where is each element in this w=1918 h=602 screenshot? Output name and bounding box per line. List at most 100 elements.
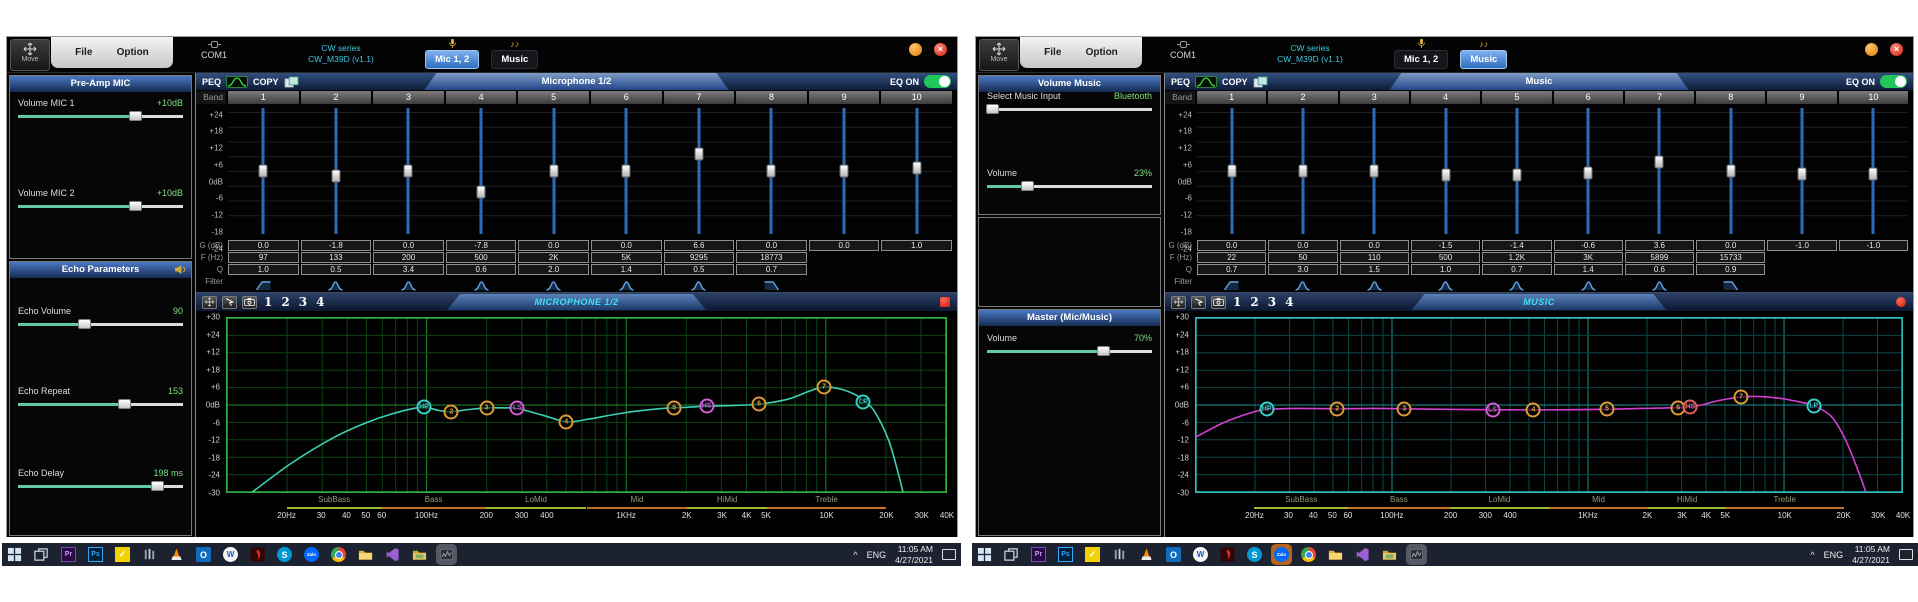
value-cell[interactable]: 3.6 <box>1625 240 1694 251</box>
tab-mic-1-2[interactable]: Mic 1, 2 <box>425 50 479 69</box>
h-slider-thumb[interactable] <box>986 104 999 114</box>
tray-expand-caret[interactable]: ^ <box>853 550 857 560</box>
value-cell[interactable]: 0.0 <box>1696 240 1765 251</box>
band-8-gain-slider[interactable] <box>767 165 776 178</box>
band-6-header[interactable]: 6 <box>1554 91 1623 104</box>
filter-shape-lp-icon[interactable] <box>1722 279 1739 292</box>
h-slider-thumb[interactable] <box>1021 181 1034 191</box>
filter-shape-bell-icon[interactable] <box>1508 279 1525 292</box>
filter-shape-bell-icon[interactable] <box>473 279 490 292</box>
copy-icon[interactable] <box>1253 76 1268 88</box>
value-cell[interactable]: 22 <box>1197 252 1266 263</box>
tab-music[interactable]: Music <box>1460 50 1507 69</box>
pointer-tool-icon[interactable] <box>222 296 237 309</box>
h-slider-track[interactable] <box>987 108 1152 111</box>
band-marker-2[interactable]: 2 <box>444 404 459 419</box>
value-cell[interactable]: 3K <box>1554 252 1623 263</box>
value-cell[interactable]: 0.5 <box>664 264 735 275</box>
visual-studio-icon[interactable] <box>385 547 400 562</box>
skype-icon[interactable]: S <box>277 547 292 562</box>
audio-mixer-icon[interactable] <box>1112 547 1127 562</box>
band-9-gain-slider[interactable] <box>1798 167 1807 180</box>
com-port[interactable]: COM1 <box>179 40 249 60</box>
band-9-gain-slider[interactable] <box>840 165 849 178</box>
notification-center-icon[interactable] <box>942 549 956 560</box>
band-4-gain-slider[interactable] <box>1441 168 1450 181</box>
eq-on-toggle[interactable] <box>1880 75 1907 88</box>
game-icon[interactable] <box>250 547 265 562</box>
photoshop-icon[interactable]: Ps <box>88 547 103 562</box>
menu-item-file[interactable]: File <box>1044 47 1061 58</box>
tray-clock[interactable]: 11:05 AM4/27/2021 <box>1852 544 1890 565</box>
value-cell[interactable]: -1.5 <box>1411 240 1480 251</box>
value-cell[interactable]: 15733 <box>1696 252 1765 263</box>
filter-shape-hp-icon[interactable] <box>255 279 272 292</box>
snapshot-tool-icon[interactable] <box>242 296 257 309</box>
value-cell[interactable]: 0.0 <box>1197 240 1266 251</box>
value-cell[interactable]: 5K <box>591 252 662 263</box>
band-marker-2[interactable]: 2 <box>1330 401 1345 416</box>
value-cell[interactable]: -1.8 <box>301 240 372 251</box>
pan-tool-icon[interactable] <box>202 296 217 309</box>
value-cell[interactable]: 2K <box>518 252 589 263</box>
band-8-header[interactable]: 8 <box>1696 91 1765 104</box>
preset-2-button[interactable]: 2 <box>1250 295 1258 309</box>
preset-3-button[interactable]: 3 <box>299 295 307 309</box>
value-cell[interactable]: 3.4 <box>373 264 444 275</box>
band-marker-lp[interactable]: LP <box>1806 398 1821 413</box>
h-slider-track[interactable] <box>18 323 183 326</box>
menu-item-option[interactable]: Option <box>117 47 149 58</box>
band-marker-7[interactable]: 7 <box>1734 389 1749 404</box>
word-icon[interactable]: W <box>223 547 238 562</box>
h-slider-thumb[interactable] <box>129 201 142 211</box>
band-7-gain-slider[interactable] <box>1655 155 1664 168</box>
value-cell[interactable]: 200 <box>373 252 444 263</box>
value-cell[interactable]: 5899 <box>1625 252 1694 263</box>
band-marker-ls[interactable]: LS <box>510 401 525 416</box>
zalo-icon[interactable]: Zalo <box>1274 547 1289 562</box>
band-1-gain-slider[interactable] <box>259 165 268 178</box>
value-cell[interactable]: 97 <box>228 252 299 263</box>
value-cell[interactable]: 0.0 <box>518 240 589 251</box>
close-button[interactable]: × <box>1890 43 1903 56</box>
filter-shape-bell-icon[interactable] <box>327 279 344 292</box>
filter-shape-bell-icon[interactable] <box>545 279 562 292</box>
value-cell[interactable]: 1.0 <box>228 264 299 275</box>
copy-icon[interactable] <box>284 76 299 88</box>
value-cell[interactable]: 0.0 <box>809 240 880 251</box>
band-8-header[interactable]: 8 <box>736 91 807 104</box>
tray-language[interactable]: ENG <box>1824 550 1844 560</box>
band-5-gain-slider[interactable] <box>1512 168 1521 181</box>
band-7-header[interactable]: 7 <box>664 91 735 104</box>
zalo-icon[interactable]: Zalo <box>304 547 319 562</box>
filter-shape-bell-icon[interactable] <box>1366 279 1383 292</box>
pointer-tool-icon[interactable] <box>1191 296 1206 309</box>
peq-curve-icon[interactable] <box>1195 76 1217 88</box>
h-slider-track[interactable] <box>987 185 1152 188</box>
value-cell[interactable]: -0.6 <box>1554 240 1623 251</box>
band-5-header[interactable]: 5 <box>518 91 589 104</box>
band-marker-3[interactable]: 3 <box>479 400 494 415</box>
value-cell[interactable]: 0.0 <box>373 240 444 251</box>
band-marker-hs[interactable]: HS <box>699 399 714 414</box>
preset-3-button[interactable]: 3 <box>1268 295 1276 309</box>
value-cell[interactable]: 1.5 <box>1340 264 1409 275</box>
photoshop-icon[interactable]: Ps <box>1058 547 1073 562</box>
preset-1-button[interactable]: 1 <box>264 295 272 309</box>
filter-shape-lp-icon[interactable] <box>763 279 780 292</box>
value-cell[interactable]: 0.0 <box>1268 240 1337 251</box>
band-7-header[interactable]: 7 <box>1625 91 1694 104</box>
premiere-icon[interactable]: Pr <box>61 547 76 562</box>
band-6-gain-slider[interactable] <box>1584 166 1593 179</box>
cw-app-icon[interactable] <box>1409 547 1424 562</box>
filter-shape-bell-icon[interactable] <box>1580 279 1597 292</box>
h-slider-track[interactable] <box>987 350 1152 353</box>
band-6-header[interactable]: 6 <box>591 91 662 104</box>
com-port[interactable]: COM1 <box>1148 40 1218 60</box>
filter-shape-bell-icon[interactable] <box>1294 279 1311 292</box>
value-cell[interactable]: 0.9 <box>1696 264 1765 275</box>
band-3-gain-slider[interactable] <box>404 165 413 178</box>
value-cell[interactable]: 2.0 <box>518 264 589 275</box>
peq-curve-icon[interactable] <box>226 76 248 88</box>
filter-shape-bell-icon[interactable] <box>1437 279 1454 292</box>
